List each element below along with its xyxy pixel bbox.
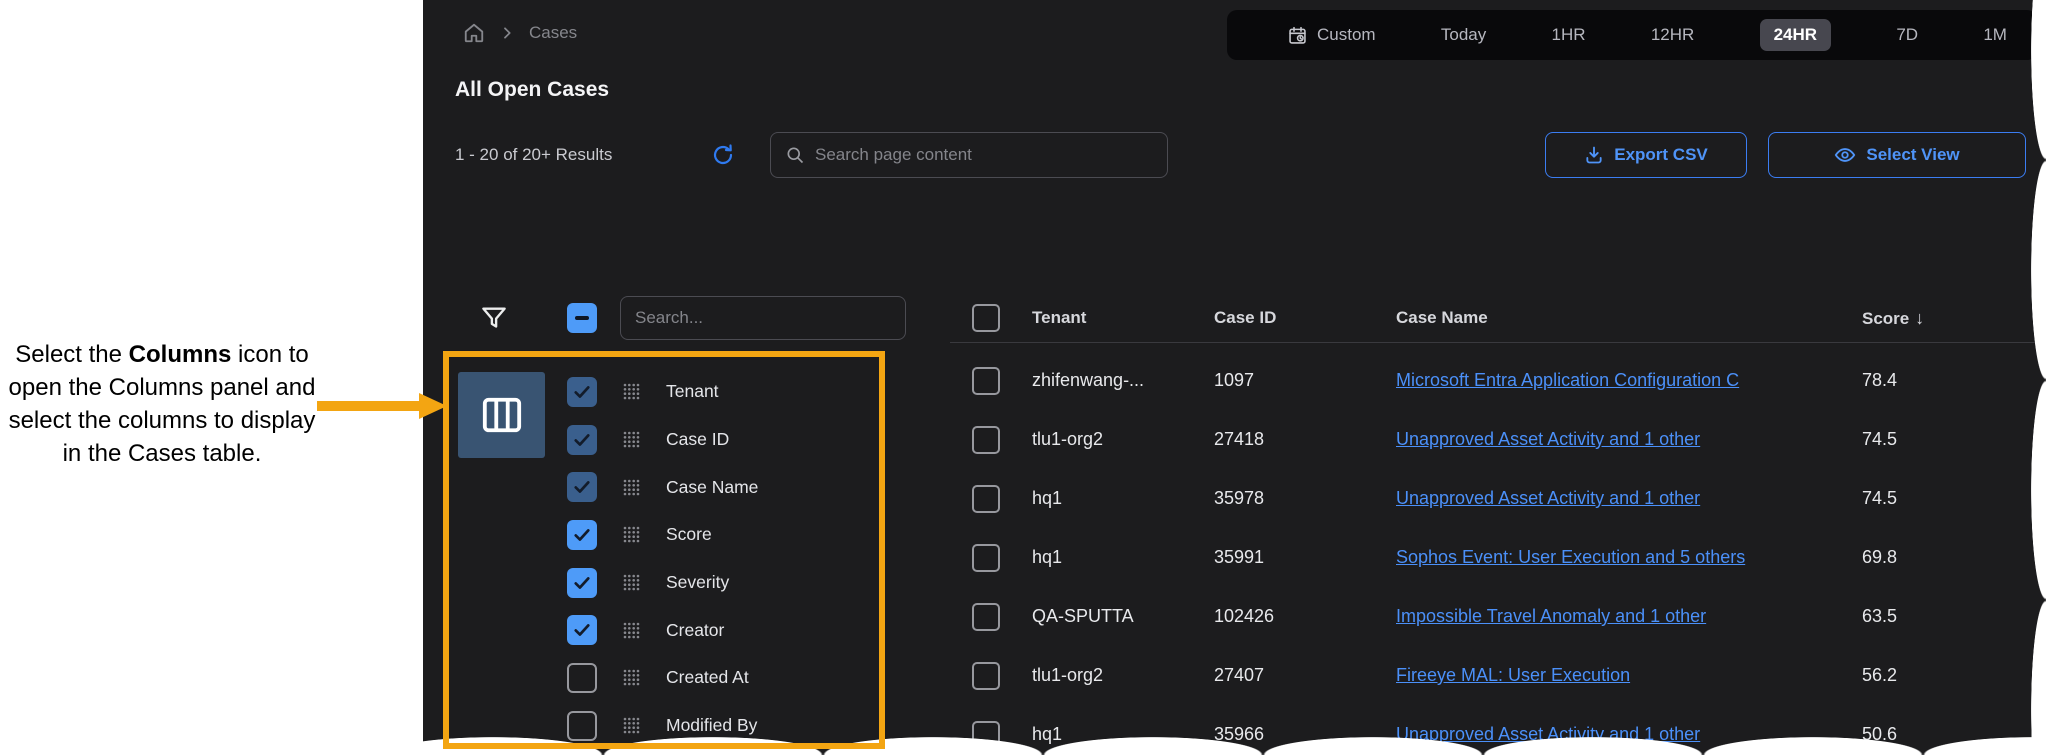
cell-case-id: 27418	[1214, 410, 1264, 469]
calendar-clock-icon	[1287, 25, 1308, 46]
row-checkbox[interactable]	[972, 485, 1000, 513]
cases-app-panel: Cases Custom	[423, 0, 2046, 755]
cell-score: 50.6	[1862, 705, 1897, 755]
cell-tenant: tlu1-org2	[1032, 646, 1200, 705]
header-case-name[interactable]: Case Name	[1396, 295, 1488, 341]
results-count: 1 - 20 of 20+ Results	[455, 132, 612, 178]
breadcrumb-current-page: Cases	[529, 23, 577, 43]
case-name-link[interactable]: Unapproved Asset Activity and 1 other	[1396, 429, 1700, 449]
row-checkbox[interactable]	[972, 544, 1000, 572]
cell-case-name: Unapproved Asset Activity and 1 other	[1396, 469, 1851, 528]
cell-score: 56.2	[1862, 646, 1897, 705]
time-range-bar: Custom Today	[1227, 10, 2037, 60]
cell-score: 74.5	[1862, 410, 1897, 469]
refresh-button[interactable]	[711, 143, 735, 167]
row-checkbox[interactable]	[972, 603, 1000, 631]
cell-score: 74.5	[1862, 469, 1897, 528]
row-checkbox[interactable]	[972, 367, 1000, 395]
export-csv-button[interactable]: Export CSV	[1545, 132, 1747, 178]
case-name-link[interactable]: Impossible Travel Anomaly and 1 other	[1396, 606, 1706, 626]
time-range-24hr[interactable]: 24HR	[1760, 19, 1831, 51]
select-view-button[interactable]: Select View	[1768, 132, 2026, 178]
time-range-7d[interactable]: 7D	[1896, 25, 1918, 45]
cell-case-name: Sophos Event: User Execution and 5 other…	[1396, 528, 1851, 587]
table-header-divider	[950, 342, 2036, 343]
table-row: hq1 35991 Sophos Event: User Execution a…	[423, 528, 2046, 587]
annotation-text: Select the Columns icon to open the Colu…	[6, 338, 318, 470]
header-case-id[interactable]: Case ID	[1214, 295, 1276, 341]
header-row-checkbox[interactable]	[972, 304, 1000, 332]
search-icon	[785, 145, 805, 165]
cell-case-name: Fireeye MAL: User Execution	[1396, 646, 1851, 705]
table-row: zhifenwang-... 1097 Microsoft Entra Appl…	[423, 351, 2046, 410]
page-search-input[interactable]	[815, 145, 1153, 165]
cell-tenant: QA-SPUTTA	[1032, 587, 1200, 646]
cell-case-name: Microsoft Entra Application Configuratio…	[1396, 351, 1851, 410]
screenshot-canvas: Select the Columns icon to open the Colu…	[0, 0, 2046, 755]
download-icon	[1584, 145, 1604, 165]
table-row: tlu1-org2 27407 Fireeye MAL: User Execut…	[423, 646, 2046, 705]
table-row: QA-SPUTTA 102426 Impossible Travel Anoma…	[423, 587, 2046, 646]
table-row: hq1 35978 Unapproved Asset Activity and …	[423, 469, 2046, 528]
time-range-12hr[interactable]: 12HR	[1651, 25, 1694, 45]
cell-case-id: 27407	[1214, 646, 1264, 705]
home-icon[interactable]	[463, 22, 485, 44]
table-header: Tenant Case ID Case Name Score↓	[423, 295, 2046, 341]
cell-case-name: Unapproved Asset Activity and 1 other	[1396, 705, 1851, 755]
page-title: All Open Cases	[455, 78, 609, 102]
cell-tenant: hq1	[1032, 469, 1200, 528]
time-range-1hr[interactable]: 1HR	[1552, 25, 1586, 45]
case-name-link[interactable]: Fireeye MAL: User Execution	[1396, 665, 1630, 685]
cell-case-id: 35991	[1214, 528, 1264, 587]
case-name-link[interactable]: Unapproved Asset Activity and 1 other	[1396, 488, 1700, 508]
cell-score: 78.4	[1862, 351, 1897, 410]
time-range-1m[interactable]: 1M	[1983, 25, 2007, 45]
row-checkbox[interactable]	[972, 662, 1000, 690]
cell-score: 69.8	[1862, 528, 1897, 587]
chevron-right-icon	[499, 25, 515, 41]
case-name-link[interactable]: Unapproved Asset Activity and 1 other	[1396, 724, 1700, 744]
table-row: hq1 35966 Unapproved Asset Activity and …	[423, 705, 2046, 755]
eye-icon	[1834, 144, 1856, 166]
cell-tenant: zhifenwang-...	[1032, 351, 1200, 410]
breadcrumb: Cases	[463, 22, 577, 44]
page-search[interactable]	[770, 132, 1168, 178]
cell-case-id: 35978	[1214, 469, 1264, 528]
row-checkbox[interactable]	[972, 426, 1000, 454]
cell-case-name: Impossible Travel Anomaly and 1 other	[1396, 587, 1851, 646]
header-score[interactable]: Score↓	[1862, 295, 1924, 342]
cell-tenant: tlu1-org2	[1032, 410, 1200, 469]
cell-case-name: Unapproved Asset Activity and 1 other	[1396, 410, 1851, 469]
cell-score: 63.5	[1862, 587, 1897, 646]
cell-tenant: hq1	[1032, 528, 1200, 587]
time-range-custom[interactable]: Custom	[1287, 25, 1376, 46]
header-tenant[interactable]: Tenant	[1032, 295, 1086, 341]
sort-desc-icon: ↓	[1915, 308, 1924, 328]
time-range-today[interactable]: Today	[1441, 25, 1486, 45]
cell-case-id: 102426	[1214, 587, 1274, 646]
cell-tenant: hq1	[1032, 705, 1200, 755]
row-checkbox[interactable]	[972, 721, 1000, 749]
callout-arrow	[317, 393, 447, 419]
table-row: tlu1-org2 27418 Unapproved Asset Activit…	[423, 410, 2046, 469]
case-name-link[interactable]: Sophos Event: User Execution and 5 other…	[1396, 547, 1745, 567]
cell-case-id: 1097	[1214, 351, 1254, 410]
toolbar: 1 - 20 of 20+ Results	[423, 132, 2046, 178]
table-body: zhifenwang-... 1097 Microsoft Entra Appl…	[423, 351, 2046, 755]
case-name-link[interactable]: Microsoft Entra Application Configuratio…	[1396, 370, 1739, 390]
cell-case-id: 35966	[1214, 705, 1264, 755]
